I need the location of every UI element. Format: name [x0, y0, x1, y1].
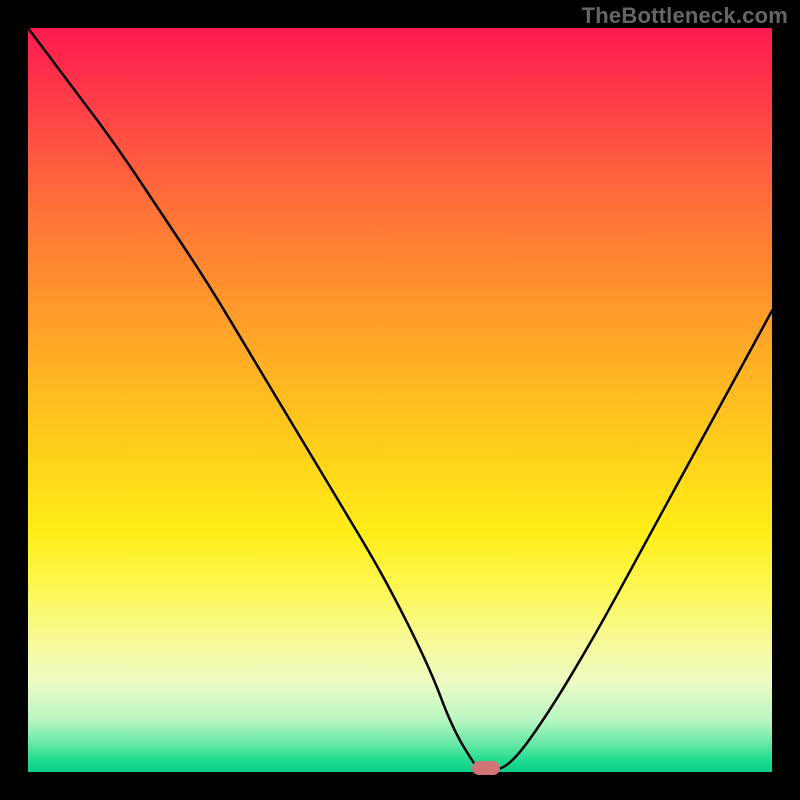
watermark-text: TheBottleneck.com: [582, 3, 788, 29]
chart-frame: TheBottleneck.com: [0, 0, 800, 800]
optimal-marker: [472, 761, 500, 775]
plot-area: [28, 28, 772, 772]
bottleneck-curve: [28, 28, 772, 772]
